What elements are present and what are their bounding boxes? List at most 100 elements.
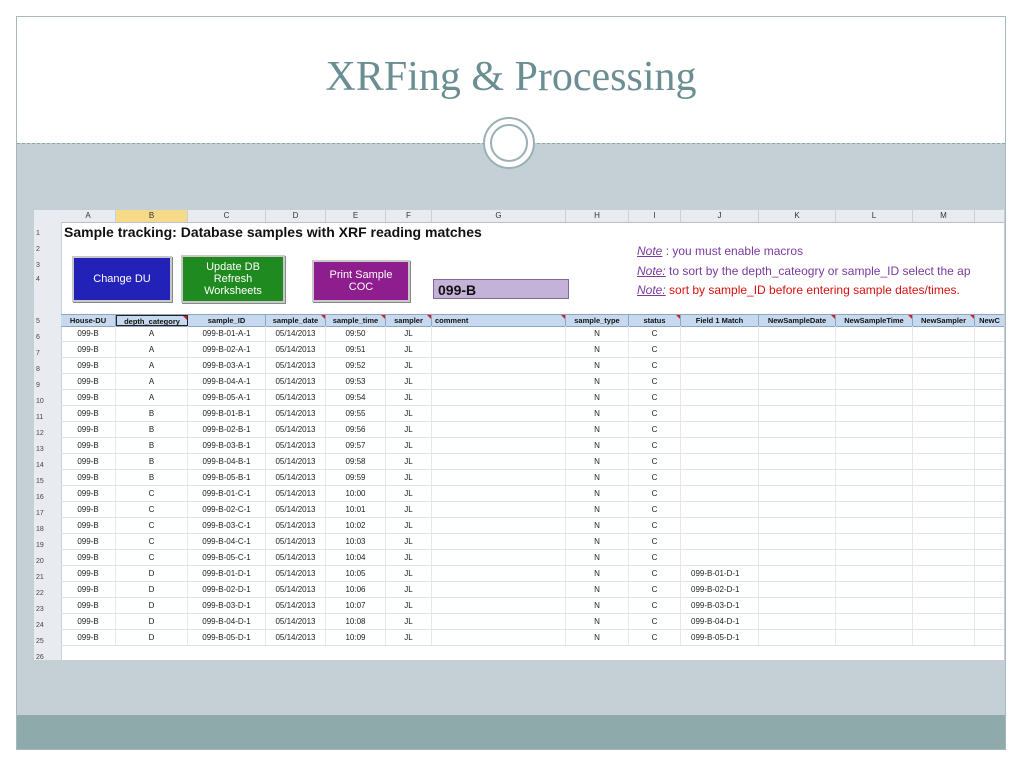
- table-cell[interactable]: [432, 630, 566, 645]
- table-cell[interactable]: 099-B: [61, 502, 116, 517]
- table-cell[interactable]: [681, 374, 759, 389]
- table-cell[interactable]: 05/14/2013: [266, 406, 326, 421]
- table-cell[interactable]: JL: [386, 470, 432, 485]
- table-cell[interactable]: [913, 518, 975, 533]
- table-cell[interactable]: [975, 518, 1004, 533]
- table-row[interactable]: 099-B C 099-B-02-C-1 05/14/2013 10:01 JL N C: [61, 502, 1004, 518]
- table-cell[interactable]: N: [566, 582, 629, 597]
- column-header[interactable]: NewC: [975, 315, 1004, 326]
- table-cell[interactable]: 099-B-05-D-1: [188, 630, 266, 645]
- column-letter[interactable]: A: [61, 210, 116, 222]
- table-cell[interactable]: N: [566, 502, 629, 517]
- table-cell[interactable]: 10:00: [326, 486, 386, 501]
- table-row[interactable]: 099-B B 099-B-03-B-1 05/14/2013 09:57 JL N C: [61, 438, 1004, 454]
- column-header[interactable]: sample_type: [566, 315, 629, 326]
- table-cell[interactable]: JL: [386, 454, 432, 469]
- row-number[interactable]: 24: [34, 622, 61, 629]
- row-number[interactable]: 26: [34, 654, 61, 660]
- table-row[interactable]: 099-B D 099-B-04-D-1 05/14/2013 10:08 JL N C 099…: [61, 614, 1004, 630]
- table-cell[interactable]: 099-B-01-D-1: [188, 566, 266, 581]
- table-cell[interactable]: N: [566, 518, 629, 533]
- table-cell[interactable]: C: [629, 486, 681, 501]
- table-cell[interactable]: [975, 454, 1004, 469]
- column-header[interactable]: sample_ID: [188, 315, 266, 326]
- column-header[interactable]: Field 1 Match: [681, 315, 759, 326]
- table-cell[interactable]: D: [116, 566, 188, 581]
- table-cell[interactable]: C: [629, 518, 681, 533]
- table-cell[interactable]: [432, 534, 566, 549]
- table-cell[interactable]: 10:02: [326, 518, 386, 533]
- table-cell[interactable]: C: [629, 502, 681, 517]
- table-cell[interactable]: [913, 534, 975, 549]
- table-cell[interactable]: C: [629, 406, 681, 421]
- table-row[interactable]: 099-B D 099-B-03-D-1 05/14/2013 10:07 JL N C 099…: [61, 598, 1004, 614]
- table-cell[interactable]: JL: [386, 486, 432, 501]
- table-cell[interactable]: B: [116, 454, 188, 469]
- table-cell[interactable]: [913, 614, 975, 629]
- table-cell[interactable]: 09:54: [326, 390, 386, 405]
- column-header[interactable]: depth_category: [116, 315, 188, 326]
- column-letter[interactable]: J: [681, 210, 759, 222]
- table-cell[interactable]: [913, 406, 975, 421]
- table-cell[interactable]: 099-B: [61, 406, 116, 421]
- table-cell[interactable]: [432, 326, 566, 341]
- table-cell[interactable]: 099-B: [61, 374, 116, 389]
- table-cell[interactable]: C: [629, 422, 681, 437]
- table-cell[interactable]: JL: [386, 438, 432, 453]
- table-cell[interactable]: 099-B-04-D-1: [681, 614, 759, 629]
- table-cell[interactable]: B: [116, 422, 188, 437]
- column-header[interactable]: NewSampleTime: [836, 315, 913, 326]
- table-row[interactable]: 099-B B 099-B-01-B-1 05/14/2013 09:55 JL N C: [61, 406, 1004, 422]
- change-du-button[interactable]: Change DU: [72, 256, 172, 302]
- table-cell[interactable]: [759, 598, 836, 613]
- table-cell[interactable]: 099-B-02-D-1: [681, 582, 759, 597]
- column-header[interactable]: sampler: [386, 315, 432, 326]
- table-cell[interactable]: 05/14/2013: [266, 374, 326, 389]
- table-cell[interactable]: [913, 630, 975, 645]
- table-cell[interactable]: JL: [386, 534, 432, 549]
- table-cell[interactable]: [913, 358, 975, 373]
- table-cell[interactable]: 05/14/2013: [266, 454, 326, 469]
- table-cell[interactable]: JL: [386, 582, 432, 597]
- table-cell[interactable]: [432, 614, 566, 629]
- table-cell[interactable]: B: [116, 406, 188, 421]
- table-cell[interactable]: [975, 598, 1004, 613]
- table-cell[interactable]: [681, 438, 759, 453]
- table-cell[interactable]: A: [116, 390, 188, 405]
- table-cell[interactable]: 10:05: [326, 566, 386, 581]
- table-cell[interactable]: 05/14/2013: [266, 518, 326, 533]
- table-cell[interactable]: [759, 422, 836, 437]
- table-cell[interactable]: N: [566, 438, 629, 453]
- table-cell[interactable]: C: [116, 486, 188, 501]
- table-cell[interactable]: 099-B-02-B-1: [188, 422, 266, 437]
- table-cell[interactable]: 05/14/2013: [266, 502, 326, 517]
- table-cell[interactable]: JL: [386, 502, 432, 517]
- table-cell[interactable]: 099-B: [61, 390, 116, 405]
- table-cell[interactable]: 099-B: [61, 438, 116, 453]
- column-header[interactable]: sample_time: [326, 315, 386, 326]
- table-cell[interactable]: [432, 550, 566, 565]
- table-cell[interactable]: [836, 566, 913, 581]
- table-cell[interactable]: [759, 358, 836, 373]
- table-cell[interactable]: [681, 518, 759, 533]
- table-cell[interactable]: [836, 550, 913, 565]
- column-header[interactable]: sample_date: [266, 315, 326, 326]
- table-cell[interactable]: [759, 454, 836, 469]
- table-cell[interactable]: 05/14/2013: [266, 582, 326, 597]
- table-cell[interactable]: 10:08: [326, 614, 386, 629]
- table-cell[interactable]: 05/14/2013: [266, 550, 326, 565]
- table-cell[interactable]: [432, 518, 566, 533]
- table-cell[interactable]: JL: [386, 422, 432, 437]
- table-cell[interactable]: JL: [386, 342, 432, 357]
- table-cell[interactable]: N: [566, 406, 629, 421]
- table-cell[interactable]: [836, 534, 913, 549]
- table-cell[interactable]: 05/14/2013: [266, 614, 326, 629]
- table-cell[interactable]: JL: [386, 566, 432, 581]
- table-cell[interactable]: [836, 406, 913, 421]
- table-cell[interactable]: JL: [386, 406, 432, 421]
- table-cell[interactable]: [836, 630, 913, 645]
- table-cell[interactable]: 099-B: [61, 358, 116, 373]
- column-header[interactable]: NewSampleDate: [759, 315, 836, 326]
- table-cell[interactable]: N: [566, 534, 629, 549]
- table-cell[interactable]: 05/14/2013: [266, 342, 326, 357]
